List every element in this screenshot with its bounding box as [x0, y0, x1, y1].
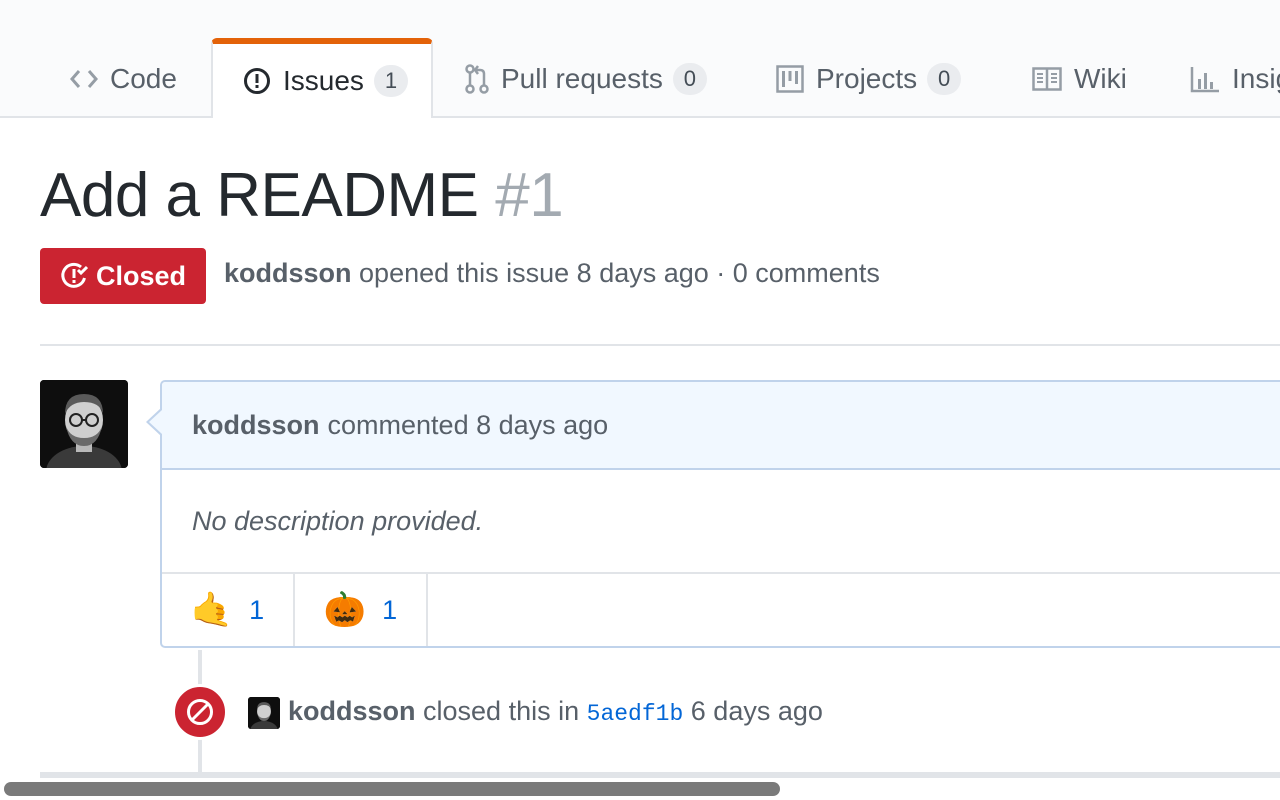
comment-caret-fill: [149, 410, 162, 434]
reactions-bar: 🤙 1 🎃 1: [162, 574, 1280, 646]
timeline-end-rule: [40, 772, 1280, 778]
tab-pull-requests[interactable]: Pull requests 0: [465, 40, 707, 118]
tab-projects-label: Projects: [816, 63, 918, 94]
jack-o-lantern-emoji: 🎃: [323, 591, 367, 629]
tab-code[interactable]: Code: [70, 40, 177, 118]
issue-title-text: Add a README: [40, 161, 479, 230]
circle-slash-icon: [187, 699, 213, 725]
reaction-jack-o-lantern[interactable]: 🎃 1: [295, 574, 428, 646]
tab-wiki[interactable]: Wiki: [1032, 40, 1127, 118]
avatar[interactable]: [40, 380, 128, 468]
issue-number: #1: [495, 161, 564, 230]
code-icon: [70, 68, 98, 90]
closed-event-badge: [172, 684, 228, 740]
event-actor-link[interactable]: koddsson: [288, 696, 416, 726]
issue-meta-text: opened this issue 8 days ago · 0 comment…: [359, 258, 880, 288]
commit-link[interactable]: 5aedf1b: [587, 701, 684, 727]
comment-header: koddsson commented 8 days ago: [162, 382, 1280, 470]
tab-pull-requests-label: Pull requests: [501, 63, 663, 94]
issue-meta: koddsson opened this issue 8 days ago · …: [224, 258, 880, 289]
comment-author-link[interactable]: koddsson: [192, 410, 320, 441]
issue-title: Add a README #1: [40, 160, 564, 231]
issue-author-link[interactable]: koddsson: [224, 258, 352, 288]
issue-opened-icon: [243, 67, 271, 95]
status-badge: Closed: [40, 248, 206, 304]
reaction-call-me-hand[interactable]: 🤙 1: [162, 574, 295, 646]
book-icon: [1032, 67, 1062, 91]
status-badge-label: Closed: [95, 260, 187, 291]
event-text-before: closed this in: [423, 696, 580, 726]
closed-event: koddsson closed this in 5aedf1b 6 days a…: [288, 696, 823, 727]
pull-requests-counter: 0: [672, 63, 707, 95]
issues-counter: 1: [373, 65, 408, 97]
graph-icon: [1190, 65, 1220, 93]
comment-body: No description provided.: [162, 470, 1280, 574]
comment-header-text: commented 8 days ago: [327, 409, 609, 440]
issue-closed-icon: [61, 262, 88, 288]
tab-insights[interactable]: Insig: [1190, 40, 1280, 118]
tab-wiki-label: Wiki: [1074, 63, 1127, 94]
reaction-count: 1: [249, 594, 265, 625]
tab-code-label: Code: [110, 63, 177, 94]
tab-issues[interactable]: Issues 1: [211, 38, 433, 118]
event-text-after: 6 days ago: [690, 696, 823, 726]
tab-issues-label: Issues: [283, 65, 364, 96]
horizontal-scrollbar[interactable]: [4, 782, 780, 796]
tab-insights-label: Insig: [1232, 63, 1280, 94]
reaction-count: 1: [382, 594, 398, 625]
projects-counter: 0: [927, 63, 962, 95]
git-pull-request-icon: [465, 64, 489, 94]
comment-box: koddsson commented 8 days ago No descrip…: [160, 380, 1280, 648]
event-avatar[interactable]: [248, 697, 280, 729]
tab-projects[interactable]: Projects 0: [776, 40, 962, 118]
header-divider: [40, 344, 1280, 346]
project-icon: [776, 65, 804, 93]
repo-nav-tabs: Code Issues 1 Pull requests 0 Projects 0…: [0, 0, 1280, 118]
call-me-hand-emoji: 🤙: [190, 591, 234, 629]
